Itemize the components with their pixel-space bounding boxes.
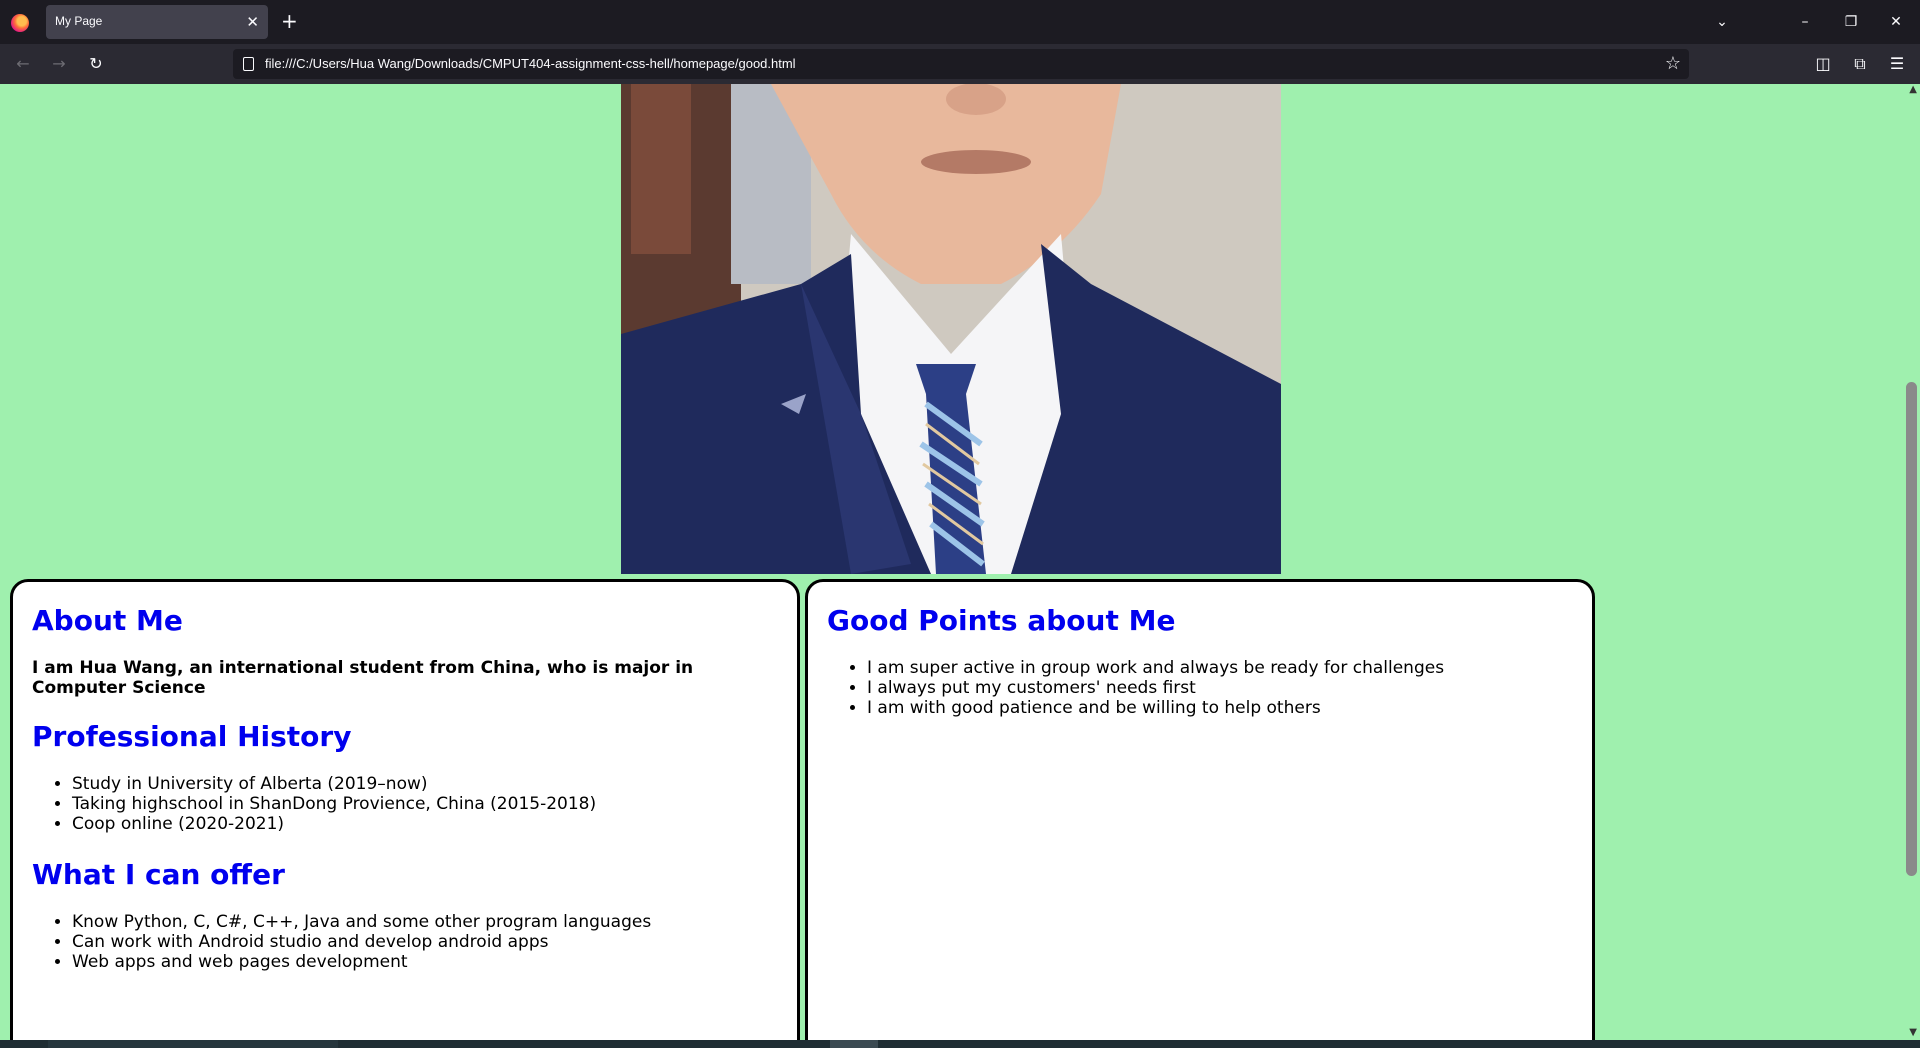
pocket-icon[interactable]: ◫ xyxy=(1808,52,1838,76)
tab-my-page[interactable]: My Page ✕ xyxy=(46,5,268,39)
offer-list: Know Python, C, C#, C++, Java and some o… xyxy=(32,912,778,972)
url-bar[interactable]: file:///C:/Users/Hua Wang/Downloads/CMPU… xyxy=(233,49,1689,79)
reload-icon[interactable]: ↻ xyxy=(81,52,111,76)
list-item: Coop online (2020-2021) xyxy=(72,814,778,834)
good-points-list: I am super active in group work and alwa… xyxy=(827,658,1573,718)
scroll-down-icon[interactable]: ▼ xyxy=(1909,1027,1917,1038)
star-icon[interactable]: ☆ xyxy=(1665,52,1681,76)
list-item: Know Python, C, C#, C++, Java and some o… xyxy=(72,912,778,932)
list-item: I am super active in group work and alwa… xyxy=(867,658,1573,678)
list-item: Taking highschool in ShanDong Provience,… xyxy=(72,794,778,814)
offer-heading: What I can offer xyxy=(32,858,285,891)
list-item: I am with good patience and be willing t… xyxy=(867,698,1573,718)
back-arrow-icon[interactable]: ← xyxy=(8,52,38,76)
list-item: I always put my customers' needs first xyxy=(867,678,1573,698)
scroll-up-icon[interactable]: ▲ xyxy=(1909,84,1917,95)
list-item: Can work with Android studio and develop… xyxy=(72,932,778,952)
page-icon xyxy=(243,57,254,71)
page-viewport: About Me I am Hua Wang, an international… xyxy=(0,84,1920,1040)
about-intro: I am Hua Wang, an international student … xyxy=(32,658,694,698)
history-heading: Professional History xyxy=(32,720,352,753)
tab-title: My Page xyxy=(55,14,103,28)
os-taskbar xyxy=(0,1040,1920,1048)
about-card: About Me I am Hua Wang, an international… xyxy=(10,579,800,1040)
close-icon[interactable]: ✕ xyxy=(246,12,259,32)
good-points-heading: Good Points about Me xyxy=(827,604,1176,637)
taskbar-app-region[interactable] xyxy=(48,1040,338,1048)
extensions-icon[interactable]: ⧉ xyxy=(1845,52,1875,76)
scrollbar-thumb[interactable] xyxy=(1906,382,1917,876)
minimize-icon[interactable]: – xyxy=(1790,10,1820,34)
chevron-down-icon[interactable]: ⌄ xyxy=(1707,10,1737,34)
navigation-toolbar: ← → ↻ file:///C:/Users/Hua Wang/Download… xyxy=(0,44,1920,84)
good-points-card: Good Points about Me I am super active i… xyxy=(805,579,1595,1040)
tab-bar: My Page ✕ + ⌄ – ❐ ✕ xyxy=(0,0,1920,44)
vertical-scrollbar[interactable]: ▲ ▼ xyxy=(1903,84,1920,1040)
about-heading: About Me xyxy=(32,604,183,637)
forward-arrow-icon[interactable]: → xyxy=(44,52,74,76)
taskbar-active-app[interactable] xyxy=(830,1040,878,1048)
menu-icon[interactable]: ☰ xyxy=(1882,52,1912,76)
restore-icon[interactable]: ❐ xyxy=(1836,10,1866,34)
close-window-icon[interactable]: ✕ xyxy=(1881,10,1911,34)
list-item: Web apps and web pages development xyxy=(72,952,778,972)
url-text[interactable]: file:///C:/Users/Hua Wang/Downloads/CMPU… xyxy=(265,56,796,71)
list-item: Study in University of Alberta (2019–now… xyxy=(72,774,778,794)
history-list: Study in University of Alberta (2019–now… xyxy=(32,774,778,834)
profile-photo xyxy=(621,84,1281,574)
plus-icon[interactable]: + xyxy=(281,9,298,33)
firefox-logo[interactable] xyxy=(11,14,29,32)
